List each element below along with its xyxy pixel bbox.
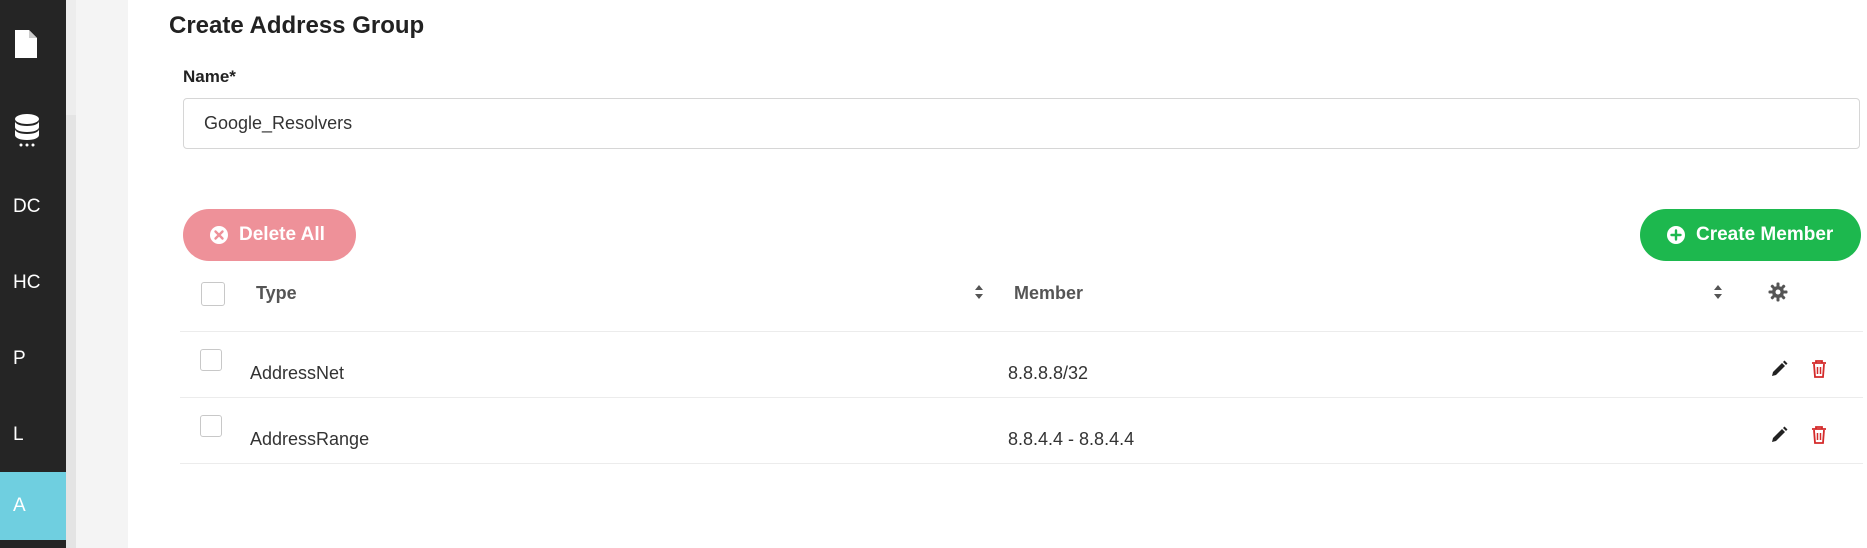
pencil-icon[interactable] [1770, 360, 1788, 383]
sidebar-item-label: DC [13, 196, 41, 217]
members-table: Type Member AddressNet 8.8.8.8/32 Addres… [180, 266, 1863, 464]
member-cell: 8.8.4.4 - 8.8.4.4 [1008, 428, 1135, 449]
sort-icon[interactable] [974, 284, 984, 305]
sort-icon[interactable] [1713, 284, 1723, 305]
type-cell: AddressNet [250, 362, 345, 383]
table-row: AddressNet 8.8.8.8/32 [180, 332, 1863, 398]
column-header-member[interactable]: Member [1014, 260, 1083, 326]
row-checkbox[interactable] [200, 415, 222, 437]
pencil-icon[interactable] [1770, 426, 1788, 449]
sidebar-item-hc[interactable]: HC [0, 249, 66, 317]
sidebar-item-label: L [13, 424, 24, 445]
gear-icon[interactable] [1768, 282, 1788, 307]
sidebar-item-p[interactable]: P [0, 325, 66, 393]
trash-icon[interactable] [1811, 360, 1827, 383]
database-icon [13, 113, 41, 147]
main-content: Create Address Group Name* Delete All Cr… [128, 0, 1867, 548]
sidebar-item-label: P [13, 348, 26, 369]
select-all-checkbox[interactable] [201, 282, 225, 306]
type-cell: AddressRange [250, 428, 370, 449]
member-cell: 8.8.8.8/32 [1008, 362, 1089, 383]
create-member-label: Create Member [1696, 224, 1834, 245]
sidebar-item-l[interactable]: L [0, 401, 66, 469]
name-field[interactable] [183, 98, 1860, 149]
close-circle-icon [209, 225, 229, 245]
plus-circle-icon [1666, 225, 1686, 245]
sidebar-item-database[interactable] [0, 96, 66, 164]
divider-shade [66, 0, 76, 115]
delete-all-button[interactable]: Delete All [183, 209, 356, 261]
sidebar-item-dc[interactable]: DC [0, 173, 66, 241]
column-header-type[interactable]: Type [256, 260, 297, 326]
row-checkbox[interactable] [200, 349, 222, 371]
sidebar-item-a[interactable]: A [0, 472, 66, 540]
sidebar-item-label: A [13, 495, 26, 516]
sidebar-item-label: HC [13, 272, 41, 293]
name-label: Name* [183, 67, 236, 86]
sidebar: DC HC P L A [0, 0, 66, 548]
document-icon [13, 28, 39, 60]
table-row: AddressRange 8.8.4.4 - 8.8.4.4 [180, 398, 1863, 464]
sidebar-item-documents[interactable] [0, 10, 66, 78]
trash-icon[interactable] [1811, 426, 1827, 449]
delete-all-label: Delete All [239, 224, 325, 245]
create-member-button[interactable]: Create Member [1640, 209, 1861, 261]
page-title: Create Address Group [169, 12, 425, 39]
table-header: Type Member [180, 266, 1863, 332]
